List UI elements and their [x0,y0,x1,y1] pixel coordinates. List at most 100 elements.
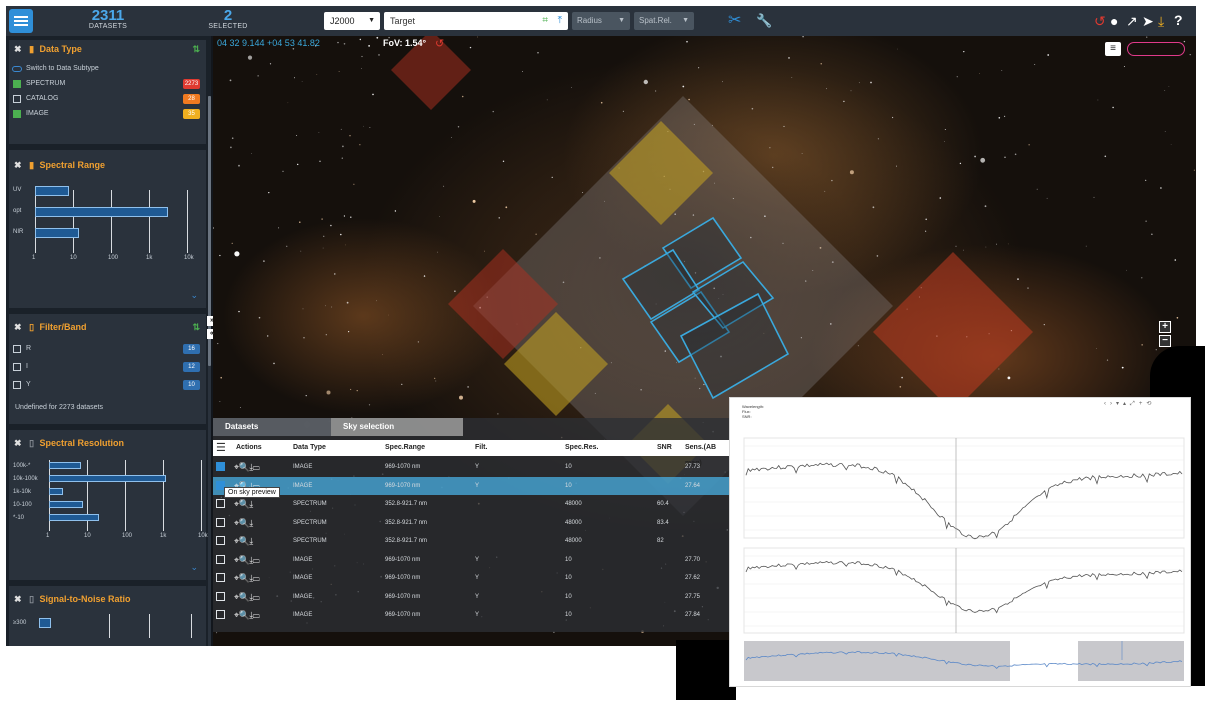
rocket-icon[interactable]: ➤ [1142,14,1154,28]
table-row[interactable]: ⌖🔍⤓▭ IMAGE 969-1070 nm Y 10 27.62 [213,569,733,587]
reset-view-icon[interactable]: ↺ [435,37,444,50]
upload-icon[interactable]: ⤒ [558,12,562,30]
target-input[interactable]: Target ⌗ ⤒ [384,12,568,30]
checkbox[interactable] [13,345,21,353]
data-type-item[interactable]: SPECTRUM 2273 [9,77,206,91]
row-checkbox[interactable] [216,536,225,545]
selected-counter[interactable]: 2 SELECTED [204,8,252,30]
col-snr[interactable]: SNR [657,440,672,456]
expand-chevron-icon[interactable]: ⌄ [190,562,198,573]
lightbulb-icon[interactable]: ● [1110,14,1118,28]
col-spec-res[interactable]: Spec.Res. [565,440,598,456]
data-type-item[interactable]: IMAGE 35 [9,107,206,121]
bookmark-icon[interactable]: ▯ [29,594,34,604]
cell-filter: Y [475,612,480,618]
bookmark-icon[interactable]: ▯ [29,438,34,448]
row-checkbox[interactable] [216,573,225,582]
resolve-target-icon[interactable]: ⌗ [542,12,548,30]
filter-band-item[interactable]: Y 10 [9,378,206,392]
star [257,75,259,77]
close-icon[interactable]: ✖ [14,438,22,448]
radius-select[interactable]: Radius ▼ [572,12,630,30]
switch-subtype-toggle[interactable]: Switch to Data Subtype [9,62,206,76]
spectral-resolution-bar[interactable] [49,475,166,482]
star [319,160,321,162]
row-actions[interactable]: ⌖🔍⤓▭ [234,551,260,569]
coord-frame-select[interactable]: J2000 ▼ [324,12,380,30]
wrench-icon[interactable]: 🔧 [756,14,772,28]
col-actions[interactable]: Actions [236,440,262,456]
row-checkbox[interactable] [216,462,225,471]
table-row[interactable]: ⌖🔍⤓ SPECTRUM 352.8-921.7 nm 48000 60.4 [213,495,733,513]
hamburger-icon[interactable] [9,9,33,33]
close-icon[interactable]: ✖ [14,44,22,54]
snr-bar[interactable] [39,618,51,628]
undo-icon[interactable]: ↺ [1094,14,1106,28]
col-data-type[interactable]: Data Type [293,440,326,456]
datasets-counter[interactable]: 2311 DATASETS [84,8,132,30]
close-icon[interactable]: ✖ [14,594,22,604]
footprint-tile[interactable] [873,252,1033,412]
star [1193,169,1195,171]
spatial-relation-select[interactable]: Spat.Rel. ▼ [634,12,694,30]
checkbox[interactable] [13,363,21,371]
row-actions[interactable]: ⌖🔍⤓ [234,514,253,532]
grid-line [149,190,150,253]
row-actions[interactable]: ⌖🔍⤓ [234,532,253,550]
star [378,54,380,56]
tab-datasets[interactable]: Datasets [213,418,331,436]
spectral-range-bar[interactable] [35,186,69,196]
checkbox[interactable] [13,110,21,118]
close-icon[interactable]: ✖ [14,160,22,170]
help-icon[interactable]: ? [1174,13,1183,27]
zoom-out-button[interactable]: − [1159,335,1171,347]
table-row[interactable]: ⌖🔍⤓▭ IMAGE 969-1070 nm Y 10 27.84 [213,606,733,624]
table-row[interactable]: ⌖🔍⤓ SPECTRUM 352.8-921.7 nm 48000 83.4 [213,514,733,532]
row-actions[interactable]: ⌖🔍⤓▭ [234,606,260,624]
star [369,127,371,128]
sort-icon[interactable]: ⇅ [192,40,200,58]
filter-band-item[interactable]: R 16 [9,342,206,356]
download-icon[interactable]: ⤓ [1158,14,1164,28]
bookmark-icon[interactable]: ▯ [29,322,34,332]
spectrum-preview-window[interactable]: Wavelength: Flux: SNR: ‹›▾▴⤢+⟲ [729,397,1191,687]
col-filter[interactable]: Filt. [475,440,487,456]
row-actions[interactable]: ⌖🔍⤓▭ [234,588,260,606]
sort-icon[interactable]: ⇅ [192,318,200,336]
data-type-item[interactable]: CATALOG 28 [9,92,206,106]
row-checkbox[interactable] [216,517,225,527]
scissors-icon[interactable]: ✂ [728,13,741,29]
spectral-resolution-bar[interactable] [49,514,99,521]
share-icon[interactable]: ↗ [1126,14,1138,28]
row-actions[interactable]: ⌖🔍⤓▭ [234,458,260,476]
spectral-range-bar[interactable] [35,228,79,238]
checkbox[interactable] [13,80,21,88]
zoom-in-button[interactable]: + [1159,321,1171,333]
bookmark-icon[interactable]: ▮ [29,160,34,170]
row-checkbox[interactable] [216,499,225,508]
spectral-resolution-bar[interactable] [49,488,63,495]
row-checkbox[interactable] [216,554,225,564]
col-spec-range[interactable]: Spec.Range [385,440,425,456]
row-actions[interactable]: ⌖🔍⤓▭ [234,569,260,587]
table-row[interactable]: ⌖🔍⤓▭ IMAGE 969-1070 nm Y 10 27.73 [213,458,733,476]
bookmark-icon[interactable]: ▮ [29,44,34,54]
tab-sky-selection[interactable]: Sky selection [331,418,463,436]
row-checkbox[interactable] [216,591,225,601]
table-row[interactable]: ⌖🔍⤓▭ IMAGE 969-1070 nm Y 10 27.75 [213,588,733,606]
close-icon[interactable]: ✖ [14,322,22,332]
expand-chevron-icon[interactable]: ⌄ [190,290,198,301]
spectral-resolution-bar[interactable] [49,501,83,508]
checkbox[interactable] [13,95,21,103]
filter-band-item[interactable]: I 12 [9,360,206,374]
table-row[interactable]: ⌖🔍⤓ SPECTRUM 352.8-921.7 nm 48000 82 [213,532,733,550]
table-row[interactable]: ⌖🔍⤓▭ IMAGE 969-1070 nm Y 10 27.64 [213,476,733,495]
column-menu-icon[interactable]: ☰ [216,440,226,456]
table-row[interactable]: ⌖🔍⤓▭ IMAGE 969-1070 nm Y 10 27.70 [213,551,733,569]
row-checkbox[interactable] [216,610,225,619]
layers-icon[interactable]: ≡ [1105,42,1121,56]
spectral-resolution-bar[interactable] [49,462,81,469]
checkbox[interactable] [13,381,21,389]
spectral-range-bar[interactable] [35,207,168,217]
spatial-relation-label: Spat.Rel. [639,16,672,25]
